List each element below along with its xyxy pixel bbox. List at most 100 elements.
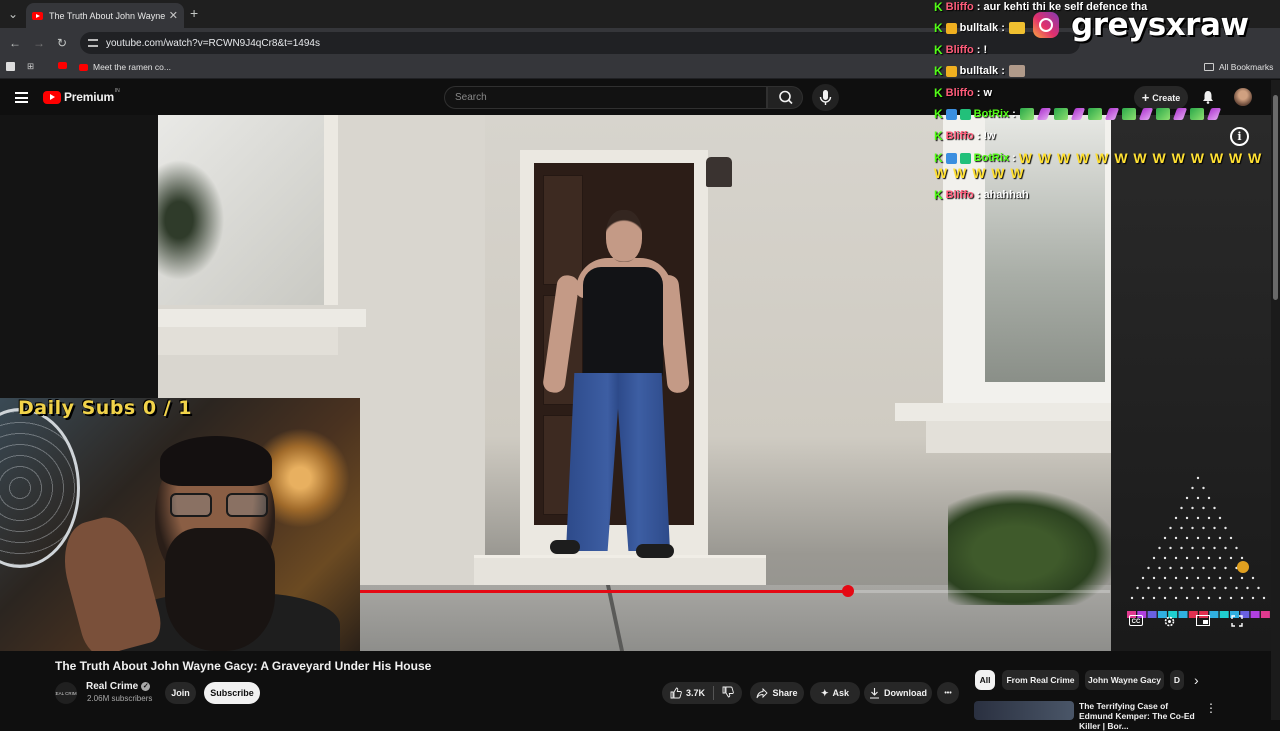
- plinko-peg: [1191, 486, 1194, 490]
- plinko-peg: [1191, 566, 1194, 570]
- recommended-thumbnail[interactable]: [974, 701, 1074, 720]
- like-button[interactable]: 3.7K: [670, 687, 705, 699]
- recommended-more-icon[interactable]: ⋮: [1205, 701, 1217, 715]
- plinko-peg: [1180, 546, 1183, 550]
- chip-from-real-crime[interactable]: From Real Crime: [1002, 670, 1079, 690]
- plinko-peg: [1213, 546, 1216, 550]
- create-label: Create: [1152, 92, 1181, 103]
- fullscreen-icon[interactable]: [1229, 615, 1245, 629]
- join-button[interactable]: Join: [165, 682, 196, 704]
- subscriber-count: 2.06M subscribers: [87, 694, 153, 703]
- chat-username[interactable]: BotRix: [974, 152, 1009, 164]
- chat-username[interactable]: Bliffo: [946, 44, 974, 56]
- chat-username[interactable]: bulltalk: [960, 65, 999, 77]
- apps-grid-icon[interactable]: ⊞: [27, 61, 34, 72]
- captions-icon[interactable]: CC: [1128, 615, 1144, 629]
- plinko-peg: [1202, 506, 1205, 510]
- plinko-peg: [1207, 556, 1211, 560]
- chip-john-wayne-gacy[interactable]: John Wayne Gacy: [1085, 670, 1164, 690]
- chip-label: All: [979, 675, 991, 685]
- recommended-title[interactable]: The Terrifying Case of Edmund Kemper: Th…: [1079, 701, 1199, 731]
- more-actions-button[interactable]: •••: [937, 682, 959, 704]
- chips-next-arrow-icon[interactable]: ›: [1194, 672, 1199, 688]
- chat-emote-icon: [1087, 108, 1102, 120]
- new-tab-button[interactable]: +: [190, 6, 198, 20]
- all-bookmarks-folder[interactable]: All Bookmarks: [1204, 62, 1273, 72]
- bookmark-youtube-icon[interactable]: [58, 62, 67, 69]
- tab-search-icon[interactable]: ⌄: [8, 7, 18, 21]
- thumbs-down-icon: [722, 686, 734, 698]
- youtube-icon: [79, 63, 88, 71]
- plinko-peg: [1213, 586, 1216, 590]
- chat-separator: :: [976, 44, 981, 56]
- chat-emote-icon: [1019, 108, 1034, 120]
- reload-icon[interactable]: ↻: [57, 36, 67, 50]
- search-input[interactable]: Search: [444, 86, 767, 109]
- back-arrow-icon[interactable]: ←: [9, 36, 21, 50]
- dislike-button[interactable]: [722, 686, 734, 700]
- plinko-peg: [1218, 596, 1222, 600]
- chip-all[interactable]: All: [975, 670, 995, 690]
- like-dislike-group: 3.7K: [662, 682, 742, 704]
- plinko-peg: [1158, 566, 1161, 570]
- chat-message: K BotRix:: [934, 107, 1221, 121]
- chat-username[interactable]: Bliffo: [946, 189, 974, 201]
- subscribe-button[interactable]: Subscribe: [204, 682, 260, 704]
- youtube-premium-logo[interactable]: Premium IN: [43, 88, 120, 104]
- plinko-bin: [1219, 611, 1229, 618]
- site-settings-icon[interactable]: [88, 39, 98, 47]
- chat-username[interactable]: bulltalk: [960, 22, 999, 34]
- chat-separator: :: [976, 87, 981, 99]
- streamer-beard: [165, 528, 275, 651]
- plinko-peg: [1185, 536, 1189, 540]
- url-omnibox[interactable]: youtube.com/watch?v=RCWN9J4qCr8&t=1494s: [80, 32, 1080, 54]
- bookmark-label: Meet the ramen co...: [93, 62, 171, 72]
- plus-icon: +: [1141, 90, 1150, 105]
- tab-title: The Truth About John Wayne G: [49, 10, 165, 21]
- notifications-bell-icon[interactable]: [1202, 90, 1214, 104]
- chat-emote-icon: [1121, 108, 1136, 120]
- voice-search-button[interactable]: [812, 84, 839, 111]
- bookmark-item[interactable]: Meet the ramen co...: [79, 62, 171, 72]
- chat-separator: :: [976, 1, 981, 13]
- menu-icon[interactable]: [15, 92, 28, 103]
- plinko-peg: [1224, 586, 1227, 590]
- plinko-peg: [1218, 536, 1222, 540]
- chat-username[interactable]: Bliffo: [946, 87, 974, 99]
- porch-lamp: [706, 157, 732, 187]
- plinko-peg: [1169, 566, 1172, 570]
- scrollbar-thumb[interactable]: [1273, 95, 1278, 300]
- forward-arrow-icon[interactable]: →: [33, 36, 45, 50]
- miniplayer-icon[interactable]: [1195, 615, 1211, 629]
- create-button[interactable]: + Create: [1134, 86, 1188, 109]
- ask-button[interactable]: ✦ Ask: [810, 682, 860, 704]
- tab-groups-icon[interactable]: [6, 62, 15, 71]
- account-avatar[interactable]: [1234, 88, 1252, 106]
- browser-tab[interactable]: The Truth About John Wayne G ✕: [26, 3, 184, 28]
- channel-name[interactable]: Real Crime ✓: [86, 681, 151, 692]
- progress-scrubber-handle[interactable]: [842, 585, 854, 597]
- tab-close-icon[interactable]: ✕: [169, 9, 178, 22]
- kick-badge-icon: K: [934, 21, 943, 35]
- plinko-peg: [1207, 496, 1211, 500]
- share-button[interactable]: Share: [750, 682, 804, 704]
- chat-username[interactable]: BotRix: [974, 108, 1009, 120]
- chat-username[interactable]: Bliffo: [946, 1, 974, 13]
- plinko-peg: [1174, 536, 1178, 540]
- plinko-peg: [1169, 546, 1172, 550]
- chat-username[interactable]: Bliffo: [946, 130, 974, 142]
- plinko-peg: [1196, 596, 1200, 600]
- download-button[interactable]: Download: [864, 682, 932, 704]
- thumbs-up-icon: [670, 687, 682, 699]
- svg-text:CC: CC: [1132, 619, 1141, 625]
- plinko-peg: [1191, 546, 1194, 550]
- info-icon[interactable]: i: [1230, 127, 1249, 146]
- settings-gear-icon[interactable]: [1161, 615, 1177, 629]
- chat-text: w: [983, 87, 993, 99]
- chat-message-continuation: W W W W W: [934, 165, 1025, 181]
- search-button[interactable]: [767, 86, 803, 109]
- channel-avatar[interactable]: REAL CRIME: [52, 682, 80, 704]
- chip-more[interactable]: D: [1170, 670, 1184, 690]
- video-progress-bar[interactable]: [360, 590, 1110, 593]
- youtube-favicon-icon: [32, 11, 43, 20]
